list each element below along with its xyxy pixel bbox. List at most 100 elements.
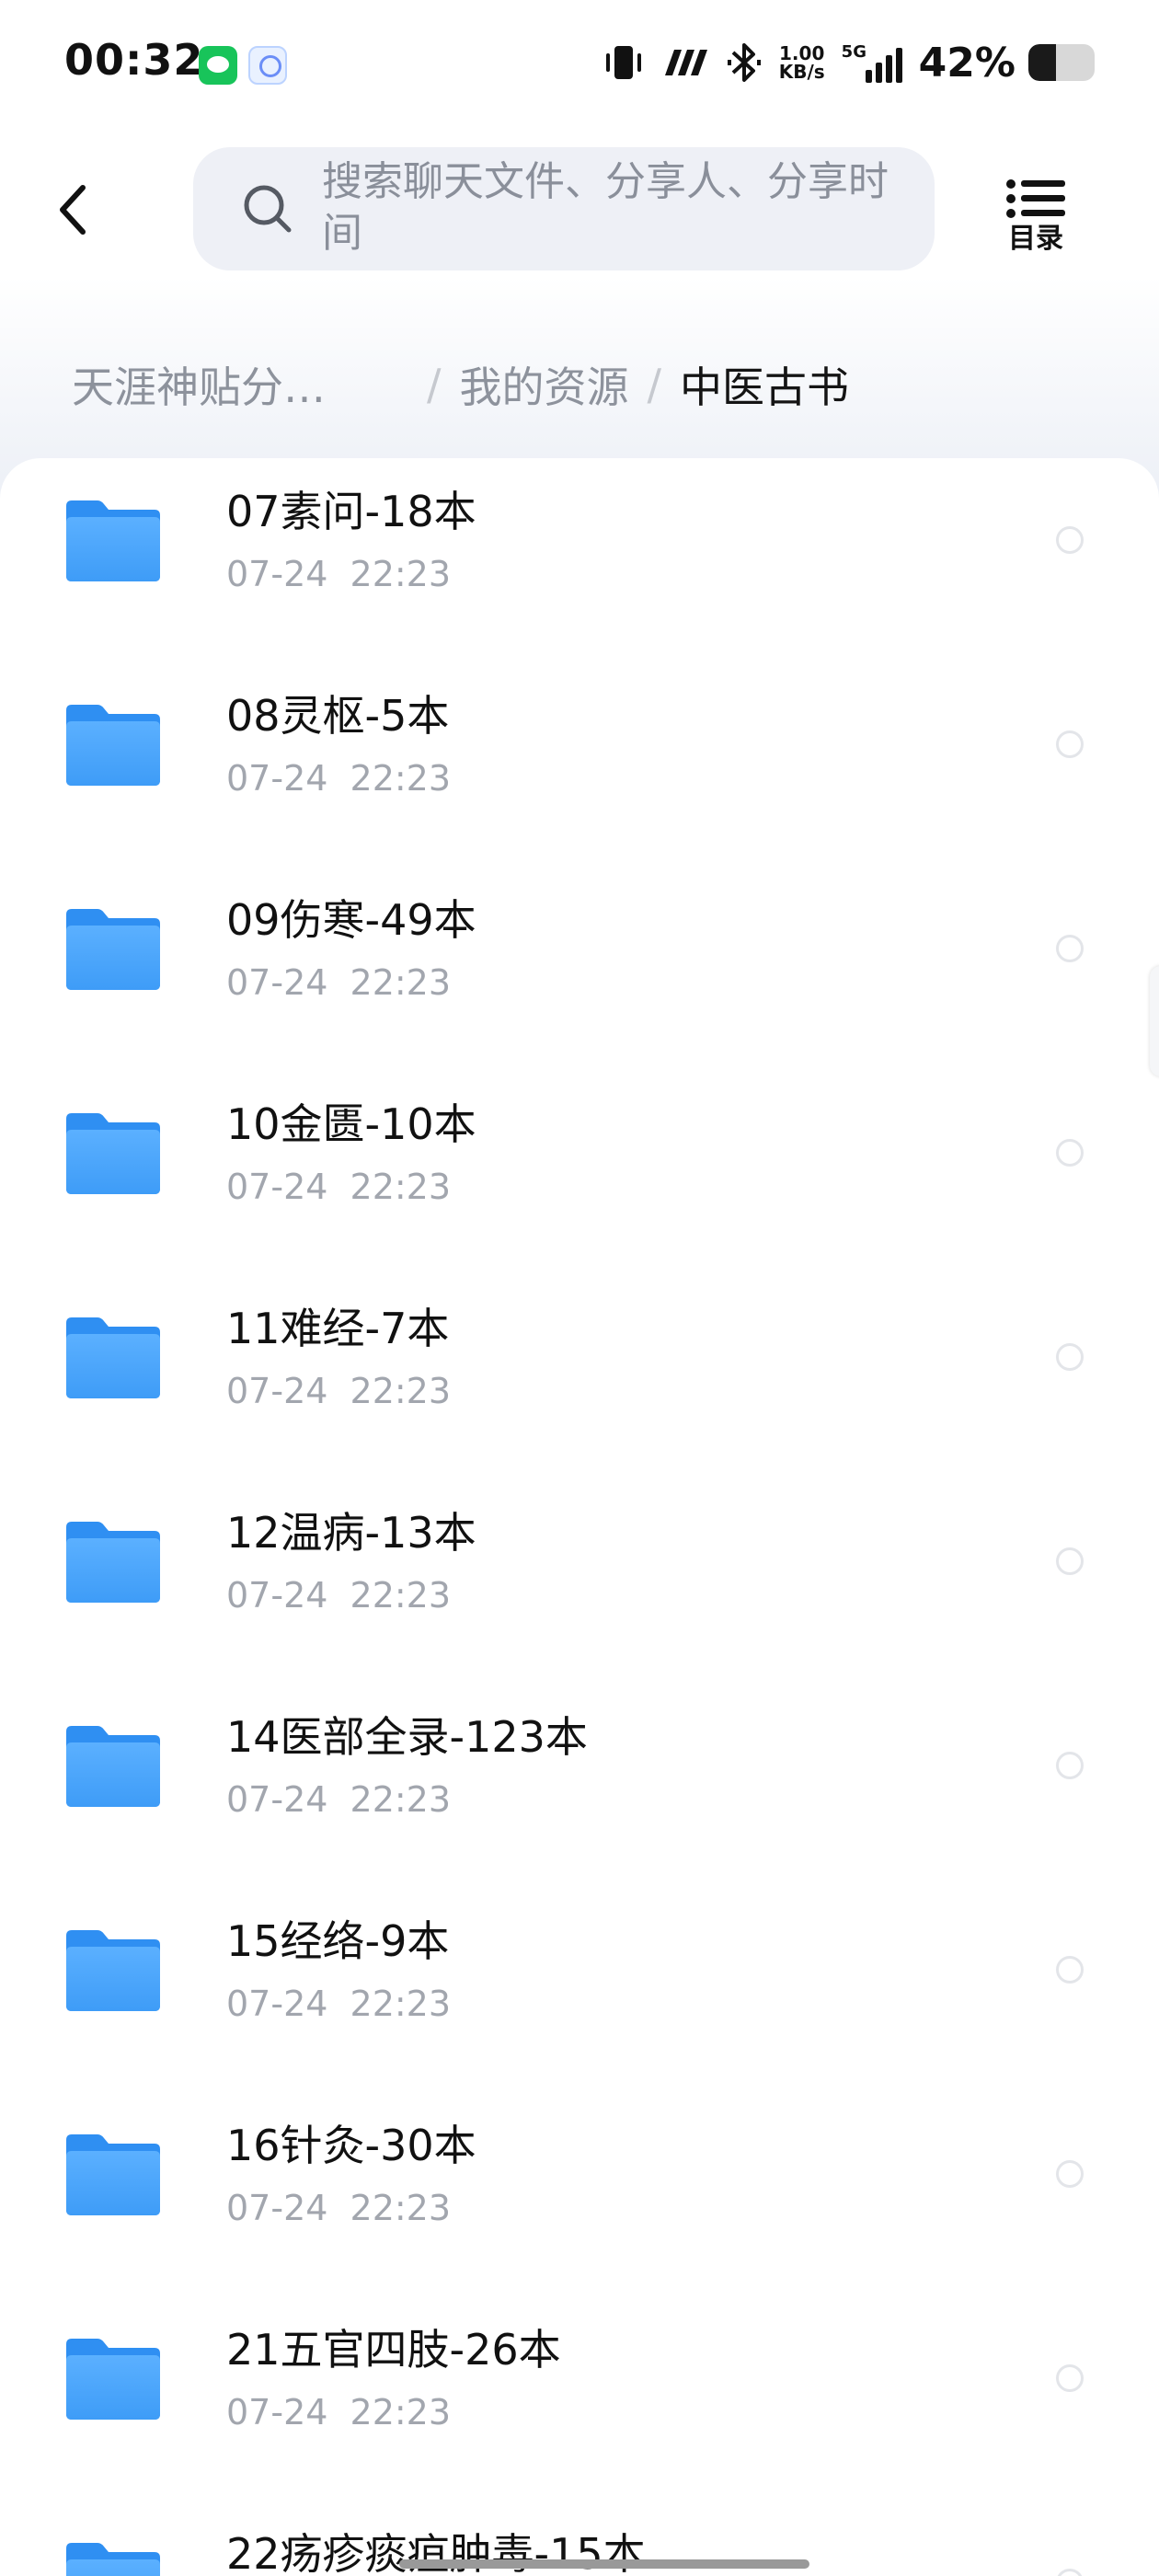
- list-item[interactable]: 09伤寒-49本 07-24 22:23: [0, 867, 1159, 1071]
- file-list-panel: 07素问-18本 07-24 22:23 08灵枢-5本 07-24 22:23: [0, 458, 1159, 2576]
- network-type: 5G: [841, 42, 866, 62]
- item-title: 14医部全录-123本: [226, 1712, 588, 1762]
- item-time: 22:23: [350, 2188, 452, 2228]
- item-time: 22:23: [350, 1167, 452, 1207]
- folder-icon: [66, 2134, 160, 2215]
- chevron-left-icon: [60, 185, 86, 235]
- item-time: 22:23: [350, 1984, 452, 2024]
- signal-bar: [865, 70, 872, 83]
- search-icon: [244, 185, 292, 233]
- list-item[interactable]: 16针灸-30本 07-24 22:23: [0, 2092, 1159, 2296]
- select-checkbox[interactable]: [1056, 526, 1084, 554]
- item-title: 07素问-18本: [226, 487, 476, 536]
- select-checkbox[interactable]: [1056, 730, 1084, 758]
- toc-button[interactable]: 目录: [1001, 175, 1071, 258]
- folder-icon: [66, 2543, 160, 2576]
- toc-label: 目录: [1008, 223, 1063, 255]
- item-datetime: 07-24 22:23: [226, 2392, 451, 2432]
- network-speed-value: 1.00: [779, 42, 825, 64]
- folder-icon: [66, 2339, 160, 2420]
- folder-icon: [66, 909, 160, 990]
- select-checkbox[interactable]: [1056, 1343, 1084, 1371]
- select-checkbox[interactable]: [1056, 935, 1084, 962]
- select-checkbox[interactable]: [1056, 1956, 1084, 1984]
- hd-voice-icon: [661, 44, 709, 81]
- item-date: 07-24: [226, 758, 328, 799]
- network-speed-unit: KB/s: [778, 61, 825, 83]
- item-time: 22:23: [350, 962, 452, 1003]
- item-time: 22:23: [350, 2392, 452, 2432]
- item-date: 07-24: [226, 1779, 328, 1820]
- list-item[interactable]: 12温病-13本 07-24 22:23: [0, 1479, 1159, 1684]
- status-time: 00:32: [64, 35, 204, 85]
- item-datetime: 07-24 22:23: [226, 962, 451, 1003]
- select-checkbox[interactable]: [1056, 1752, 1084, 1779]
- item-title: 16针灸-30本: [226, 2121, 476, 2170]
- item-title: 21五官四肢-26本: [226, 2325, 561, 2375]
- folder-icon: [66, 1317, 160, 1398]
- list-item[interactable]: 10金匮-10本 07-24 22:23: [0, 1071, 1159, 1275]
- item-date: 07-24: [226, 1167, 328, 1207]
- folder-icon: [66, 1522, 160, 1603]
- item-date: 07-24: [226, 2392, 328, 2432]
- breadcrumb-item-my-resources[interactable]: 我的资源: [460, 354, 629, 415]
- breadcrumb-item-root[interactable]: 天涯神贴分…: [72, 354, 408, 415]
- list-item[interactable]: 08灵枢-5本 07-24 22:23: [0, 662, 1159, 867]
- item-datetime: 07-24 22:23: [226, 1779, 451, 1820]
- item-datetime: 07-24 22:23: [226, 1371, 451, 1411]
- select-checkbox[interactable]: [1056, 2569, 1084, 2576]
- signal-bar: [895, 48, 902, 83]
- item-time: 22:23: [350, 554, 452, 594]
- item-title: 12温病-13本: [226, 1508, 476, 1558]
- battery-percent: 42%: [918, 39, 1016, 86]
- item-time: 22:23: [350, 1779, 452, 1820]
- select-checkbox[interactable]: [1056, 2160, 1084, 2188]
- breadcrumb-separator: /: [647, 360, 662, 409]
- bluetooth-icon: [726, 41, 763, 84]
- list-item[interactable]: 11难经-7本 07-24 22:23: [0, 1275, 1159, 1479]
- item-title: 11难经-7本: [226, 1304, 450, 1353]
- item-title: 08灵枢-5本: [226, 691, 450, 741]
- item-title: 10金匮-10本: [226, 1099, 476, 1149]
- list-icon: [1006, 179, 1065, 218]
- select-checkbox[interactable]: [1056, 1547, 1084, 1575]
- network-speed: 1.00 KB/s: [779, 44, 825, 81]
- home-indicator[interactable]: [399, 2559, 809, 2569]
- status-bar: 00:32 1.00 KB/s 5G 42%: [0, 0, 1159, 129]
- folder-icon: [66, 1930, 160, 2011]
- select-checkbox[interactable]: [1056, 1139, 1084, 1167]
- back-button[interactable]: [48, 173, 99, 247]
- folder-icon: [66, 1113, 160, 1194]
- item-date: 07-24: [226, 1575, 328, 1616]
- item-datetime: 07-24 22:23: [226, 2188, 451, 2228]
- folder-icon: [66, 705, 160, 786]
- netdisk-notification-icon: [248, 46, 287, 85]
- breadcrumb-separator: /: [427, 360, 442, 409]
- item-datetime: 07-24 22:23: [226, 1575, 451, 1616]
- vibrate-icon: [602, 42, 645, 83]
- item-datetime: 07-24 22:23: [226, 758, 451, 799]
- breadcrumb-item-current: 中医古书: [680, 362, 849, 412]
- list-item[interactable]: 07素问-18本 07-24 22:23: [0, 458, 1159, 662]
- item-date: 07-24: [226, 962, 328, 1003]
- item-title: 09伤寒-49本: [226, 895, 476, 945]
- list-item[interactable]: 21五官四肢-26本 07-24 22:23: [0, 2296, 1159, 2501]
- select-checkbox[interactable]: [1056, 2364, 1084, 2392]
- item-time: 22:23: [350, 758, 452, 799]
- side-drawer-handle[interactable]: [1150, 966, 1159, 1076]
- search-placeholder: 搜索聊天文件、分享人、分享时间: [322, 158, 889, 257]
- status-icons: 1.00 KB/s 5G 42%: [586, 33, 1095, 92]
- search-input[interactable]: 搜索聊天文件、分享人、分享时间: [193, 147, 935, 270]
- battery-icon: [1028, 44, 1095, 81]
- file-list: 07素问-18本 07-24 22:23 08灵枢-5本 07-24 22:23: [0, 458, 1159, 2576]
- item-datetime: 07-24 22:23: [226, 554, 451, 594]
- breadcrumb: 天涯神贴分… / 我的资源 / 中医古书: [72, 348, 849, 421]
- item-datetime: 07-24 22:23: [226, 1984, 451, 2024]
- list-item[interactable]: 15经络-9本 07-24 22:23: [0, 1888, 1159, 2092]
- battery-level: [1028, 44, 1057, 81]
- item-date: 07-24: [226, 1984, 328, 2024]
- item-title: 15经络-9本: [226, 1916, 450, 1966]
- item-date: 07-24: [226, 1371, 328, 1411]
- list-item[interactable]: 14医部全录-123本 07-24 22:23: [0, 1684, 1159, 1888]
- wechat-notification-icon: [199, 46, 237, 85]
